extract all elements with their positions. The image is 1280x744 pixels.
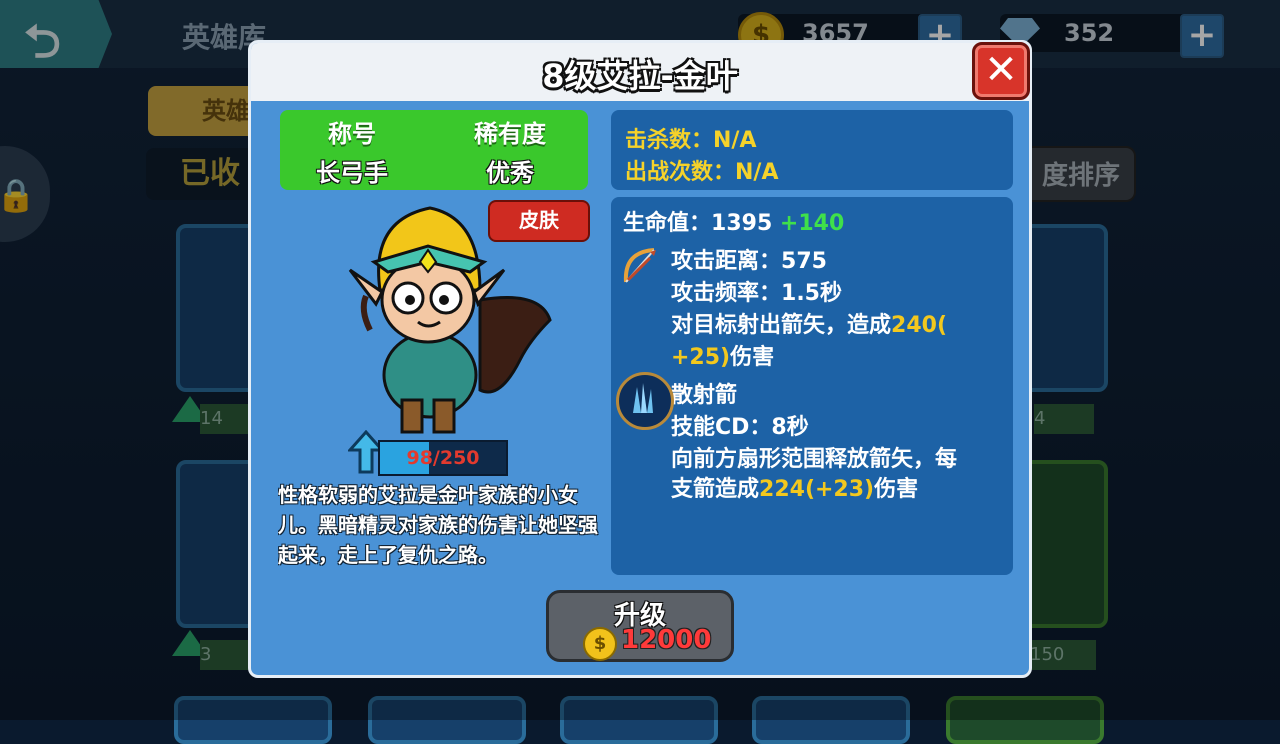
rarity-value: 优秀 bbox=[486, 159, 534, 187]
close-button[interactable]: ✕ bbox=[972, 42, 1030, 100]
kills-value: N/A bbox=[713, 128, 757, 153]
skill-desc-line1: 向前方扇形范围释放箭矢，每 bbox=[671, 447, 958, 472]
skill-desc-line2: 支箭造成224(+23)伤害 bbox=[671, 471, 918, 503]
hp-value: 1395 bbox=[711, 211, 773, 236]
hero-info-tags: 称号 长弓手 稀有度 优秀 bbox=[280, 110, 588, 190]
skill-arrows-icon bbox=[633, 383, 653, 413]
rate-row: 攻击频率：1.5秒 bbox=[671, 275, 842, 307]
battles-row: 出战次数：N/A bbox=[625, 154, 779, 186]
title-value: 长弓手 bbox=[316, 159, 388, 187]
hp-bonus: +140 bbox=[779, 211, 845, 236]
rarity-tag: 稀有度 优秀 bbox=[450, 114, 570, 188]
hp-row: 生命值：1395 +140 bbox=[623, 205, 844, 237]
bow-icon bbox=[623, 248, 656, 283]
attack-desc-line2: +25)伤害 bbox=[671, 339, 774, 371]
attack-desc-text: 对目标射出箭矢，造成 bbox=[671, 313, 892, 338]
skill-desc-suffix: 伤害 bbox=[874, 477, 919, 502]
attack-damage: 240( bbox=[891, 313, 947, 338]
kills-label: 击杀数： bbox=[625, 128, 714, 153]
skill-cd-value: 8秒 bbox=[771, 415, 809, 440]
skill-damage: 224(+23) bbox=[759, 477, 875, 502]
scatter-arrow-skill-icon bbox=[616, 372, 674, 430]
level-progress-text: 98/250 bbox=[406, 447, 480, 469]
kills-row: 击杀数：N/A bbox=[625, 122, 757, 154]
hp-label: 生命值： bbox=[623, 211, 712, 236]
battles-label: 出战次数： bbox=[625, 160, 736, 185]
skill-name: 散射箭 bbox=[671, 383, 738, 408]
battle-stats-panel: 击杀数：N/A 出战次数：N/A bbox=[611, 110, 1013, 190]
title-tag: 称号 长弓手 bbox=[292, 114, 412, 188]
battles-value: N/A bbox=[735, 160, 779, 185]
range-row: 攻击距离：575 bbox=[671, 243, 827, 275]
attack-desc-line1: 对目标射出箭矢，造成240( bbox=[671, 307, 947, 339]
skill-cd-label: 技能CD： bbox=[671, 415, 772, 440]
attack-desc-suffix: 伤害 bbox=[730, 345, 775, 370]
attributes-panel: 生命值：1395 +140 攻击距离：575 攻击频率：1.5秒 对目标射出箭矢… bbox=[611, 197, 1013, 575]
hero-description: 性格软弱的艾拉是金叶家族的小女儿。黑暗精灵对家族的伤害让她坚强起来，走上了复仇之… bbox=[278, 483, 598, 567]
range-value: 575 bbox=[781, 249, 827, 274]
range-label: 攻击距离： bbox=[671, 249, 782, 274]
title-label: 称号 bbox=[328, 120, 376, 148]
upgrade-button[interactable]: 升级 $ 12000 bbox=[546, 590, 734, 662]
hero-portrait bbox=[348, 206, 552, 434]
rarity-label: 稀有度 bbox=[474, 120, 546, 148]
skill-desc-text: 支箭造成 bbox=[671, 477, 760, 502]
dialog-title: 8级艾拉-金叶 bbox=[542, 57, 738, 95]
skill-cd-row: 技能CD：8秒 bbox=[671, 409, 809, 441]
gold-coin-icon: $ bbox=[583, 627, 617, 661]
attack-damage-bonus: +25) bbox=[671, 345, 731, 370]
rate-value: 1.5秒 bbox=[781, 281, 842, 306]
upgrade-cost: 12000 bbox=[621, 625, 712, 655]
level-progress-bar: 98/250 bbox=[378, 440, 508, 476]
rate-label: 攻击频率： bbox=[671, 281, 782, 306]
